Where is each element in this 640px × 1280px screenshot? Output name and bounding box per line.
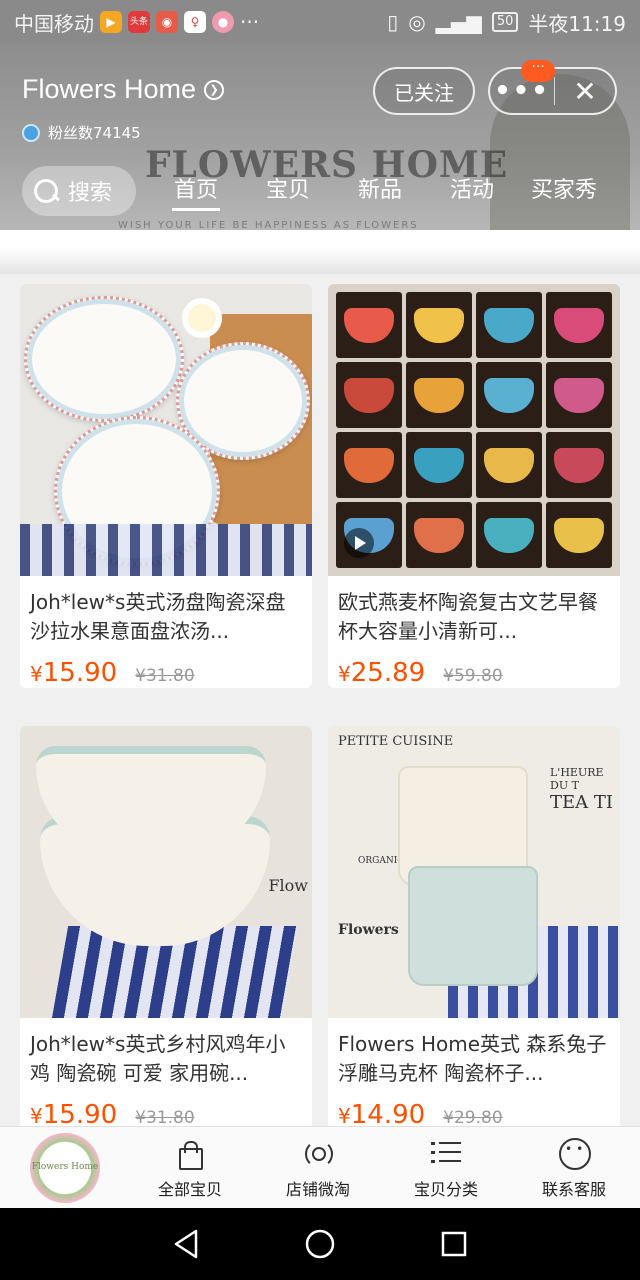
original-price: ¥59.80 xyxy=(443,666,503,686)
nav-store-feed[interactable]: 店铺微淘 xyxy=(254,1136,382,1200)
weibo-app-icon: ◉ xyxy=(156,11,178,33)
nav-label: 店铺微淘 xyxy=(285,1179,350,1199)
original-price: ¥31.80 xyxy=(135,666,195,686)
broadcast-icon xyxy=(301,1136,335,1170)
back-icon[interactable] xyxy=(172,1229,200,1259)
home-icon[interactable] xyxy=(304,1228,336,1260)
image-brand-text: Flow xyxy=(268,876,308,895)
notification-badge: ··· xyxy=(521,60,555,82)
balloon-icon xyxy=(22,123,40,142)
shop-bottom-nav: Flowers Home 全部宝贝 店铺微淘 宝贝分类 联系客服 xyxy=(0,1126,640,1208)
product-card[interactable]: Flow Joh*lew*s英式乡村风鸡年小鸡 陶瓷碗 可爱 家用碗... ¥1… xyxy=(20,726,312,1126)
image-text: Flowers xyxy=(338,922,399,938)
cup-thumbnail xyxy=(406,362,472,428)
carrier-label: 中国移动 xyxy=(14,11,94,36)
product-card[interactable]: 欧式燕麦杯陶瓷复古文艺早餐杯大容量小清新可... ¥25.89 ¥59.80 xyxy=(328,284,620,688)
divider xyxy=(0,230,640,248)
play-icon[interactable] xyxy=(344,528,374,558)
price-row: ¥14.90 ¥29.80 xyxy=(328,1090,620,1126)
news-app-icon: 头条 xyxy=(128,11,150,33)
product-image: Flow xyxy=(20,726,312,1018)
product-title: 欧式燕麦杯陶瓷复古文艺早餐杯大容量小清新可... xyxy=(338,590,598,643)
price-row: ¥15.90 ¥31.80 xyxy=(20,648,312,688)
follow-button[interactable]: 已关注 xyxy=(373,67,475,115)
more-button[interactable]: ••• xyxy=(490,78,554,104)
nav-label: 宝贝分类 xyxy=(413,1179,478,1199)
search-icon xyxy=(32,177,60,205)
shopping-bag-icon xyxy=(173,1136,207,1170)
clock: 半夜11:19 xyxy=(528,11,626,36)
product-card[interactable]: Joh*lew*s英式汤盘陶瓷深盘沙拉水果意面盘浓汤... ¥15.90 ¥31… xyxy=(20,284,312,688)
cup-thumbnail xyxy=(476,292,542,358)
search-button[interactable]: 搜索 xyxy=(22,166,136,216)
cup-thumbnail xyxy=(336,362,402,428)
map-app-icon: ♀ xyxy=(184,11,206,33)
product-title: Joh*lew*s英式汤盘陶瓷深盘沙拉水果意面盘浓汤... xyxy=(30,590,286,643)
product-image xyxy=(20,284,312,576)
tab-products[interactable]: 宝贝 xyxy=(242,172,334,216)
status-bar: 中国移动 ▶ 头条 ◉ ♀ ● ··· ▯ ◎ ▂▄▆ 50 半夜11:19 xyxy=(0,0,640,44)
more-notifications-icon: ··· xyxy=(240,10,260,34)
search-label: 搜索 xyxy=(68,181,113,206)
price: ¥14.90 xyxy=(338,1100,426,1126)
cup-thumbnail xyxy=(476,362,542,428)
price: ¥15.90 xyxy=(30,658,118,688)
tab-new[interactable]: 新品 xyxy=(334,172,426,216)
nav-label: 联系客服 xyxy=(541,1179,606,1199)
chevron-right-icon: ❯ xyxy=(204,79,225,100)
store-name-label: Flowers Home xyxy=(22,74,197,104)
video-app-icon: ▶ xyxy=(100,11,122,33)
tab-buyer-show[interactable]: 买家秀 xyxy=(518,172,610,216)
banner-tagline: WISH YOUR LIFE BE HAPPINESS AS FLOWERS xyxy=(118,220,419,230)
price: ¥15.90 xyxy=(30,1100,118,1126)
cup-thumbnail xyxy=(546,362,612,428)
product-title: Joh*lew*s英式乡村风鸡年小鸡 陶瓷碗 可爱 家用碗... xyxy=(30,1032,286,1085)
cup-thumbnail xyxy=(336,432,402,498)
cup-thumbnail xyxy=(406,502,472,568)
product-image xyxy=(328,284,620,576)
cup-thumbnail xyxy=(546,502,612,568)
system-nav-bar xyxy=(0,1208,640,1280)
store-tabs: 首页 宝贝 新品 活动 买家秀 xyxy=(150,172,610,216)
nav-customer-service[interactable]: 联系客服 xyxy=(510,1136,638,1200)
fans-count: 粉丝数74145 xyxy=(22,122,141,143)
product-image: PETITE CUISINE L'HEURE DU T TEA TI ORGAN… xyxy=(328,726,620,1018)
product-title: Flowers Home英式 森系兔子浮雕马克杯 陶瓷杯子... xyxy=(338,1032,607,1085)
price: ¥25.89 xyxy=(338,658,426,688)
tab-events[interactable]: 活动 xyxy=(426,172,518,216)
camera-app-icon: ● xyxy=(212,11,234,33)
product-grid: Joh*lew*s英式汤盘陶瓷深盘沙拉水果意面盘浓汤... ¥15.90 ¥31… xyxy=(20,284,620,1126)
image-text: L'HEURE DU T TEA TI xyxy=(550,766,613,813)
cup-thumbnail xyxy=(406,292,472,358)
close-icon[interactable]: ✕ xyxy=(555,75,615,108)
price-row: ¥25.89 ¥59.80 xyxy=(328,648,620,688)
store-logo[interactable]: Flowers Home xyxy=(30,1132,100,1203)
store-header: FLOWERS HOME WISH YOUR LIFE BE HAPPINESS… xyxy=(0,44,640,230)
chat-icon xyxy=(557,1136,591,1170)
fans-label: 粉丝数74145 xyxy=(48,124,141,142)
eye-comfort-icon: ◎ xyxy=(408,10,426,34)
divider xyxy=(0,248,640,274)
recent-apps-icon[interactable] xyxy=(440,1230,468,1258)
product-card[interactable]: PETITE CUISINE L'HEURE DU T TEA TI ORGAN… xyxy=(328,726,620,1126)
tab-home[interactable]: 首页 xyxy=(150,172,242,216)
vibrate-icon: ▯ xyxy=(387,10,399,34)
cup-thumbnail xyxy=(546,292,612,358)
cup-thumbnail xyxy=(406,432,472,498)
cup-thumbnail xyxy=(476,502,542,568)
cup-thumbnail xyxy=(476,432,542,498)
original-price: ¥29.80 xyxy=(443,1108,503,1126)
nav-label: 全部宝贝 xyxy=(157,1179,222,1199)
cup-thumbnail xyxy=(546,432,612,498)
price-row: ¥15.90 ¥31.80 xyxy=(20,1090,312,1126)
cup-thumbnail xyxy=(336,292,402,358)
store-name[interactable]: Flowers Home ❯ xyxy=(22,74,225,105)
nav-all-products[interactable]: 全部宝贝 xyxy=(126,1136,254,1200)
signal-icon: ▂▄▆ xyxy=(435,10,482,34)
image-text: PETITE CUISINE xyxy=(338,734,454,749)
original-price: ¥31.80 xyxy=(135,1108,195,1126)
nav-categories[interactable]: 宝贝分类 xyxy=(382,1136,510,1200)
battery-icon: 50 xyxy=(491,12,519,32)
list-icon xyxy=(429,1136,463,1170)
